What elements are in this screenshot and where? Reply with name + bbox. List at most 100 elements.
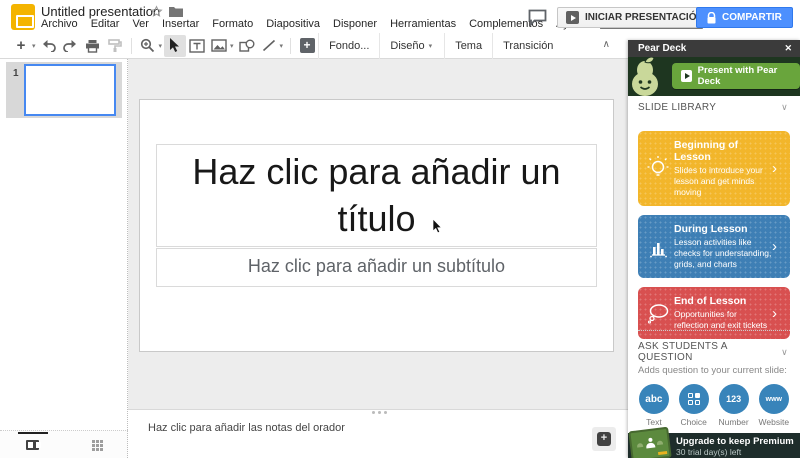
- upgrade-title: Upgrade to keep Premium: [676, 436, 794, 447]
- print-button[interactable]: [82, 35, 104, 57]
- upgrade-banner[interactable]: Upgrade to keep Premium 30 trial day(s) …: [628, 433, 800, 458]
- slides-logo-icon[interactable]: [11, 4, 35, 30]
- website-question-icon[interactable]: www: [759, 384, 789, 414]
- layout-caret: ▾: [429, 42, 433, 50]
- ask-question-title: ASK STUDENTS A QUESTION: [638, 341, 781, 363]
- insert-line-button[interactable]: [258, 35, 280, 57]
- beginning-of-lesson-card[interactable]: Beginning of Lesson Slides to introduce …: [638, 131, 790, 206]
- document-title[interactable]: Untitled presentation: [41, 4, 160, 19]
- active-view-indicator: [18, 432, 48, 434]
- grid-view-icon[interactable]: [92, 440, 95, 443]
- option-label: Website: [759, 417, 790, 427]
- slide-library-label: SLIDE LIBRARY: [638, 102, 716, 113]
- card-description: Slides to introduce your lesson and get …: [674, 165, 772, 198]
- close-sidebar-icon[interactable]: ✕: [784, 40, 792, 57]
- card-description: Lesson activities like checks for unders…: [674, 237, 772, 270]
- top-bar: Untitled presentation Archivo Editar Ver…: [0, 0, 800, 33]
- insert-image-button[interactable]: [208, 35, 230, 57]
- filmstrip-view-icon[interactable]: [26, 440, 39, 450]
- chevron-down-icon: ∨: [781, 347, 788, 358]
- option-label: Text: [646, 417, 662, 427]
- speaker-notes-panel[interactable]: Haz clic para añadir las notas del orado…: [128, 409, 628, 458]
- play-icon: [681, 70, 692, 82]
- start-presentation-label: INICIAR PRESENTACIÓN: [585, 12, 704, 23]
- menu-archivo[interactable]: Archivo: [41, 18, 78, 30]
- option-label: Number: [718, 417, 748, 427]
- text-question-option[interactable]: abc Text: [639, 384, 669, 427]
- person-icon: [657, 440, 663, 445]
- person-icon: [645, 437, 655, 447]
- slide-filmstrip-panel: 1: [0, 59, 128, 430]
- website-question-option[interactable]: www Website: [759, 384, 790, 427]
- subtitle-placeholder[interactable]: Haz clic para añadir un subtítulo: [156, 248, 597, 287]
- menu-diapositiva[interactable]: Diapositiva: [266, 18, 320, 30]
- star-icon[interactable]: [150, 5, 163, 18]
- card-title: Beginning of Lesson: [674, 139, 772, 163]
- menu-formato[interactable]: Formato: [212, 18, 253, 30]
- title-placeholder[interactable]: Haz clic para añadir un título: [156, 144, 597, 247]
- choice-question-icon[interactable]: [679, 384, 709, 414]
- zoom-button[interactable]: [137, 35, 159, 57]
- collapse-toolbar-icon[interactable]: ∧: [603, 39, 610, 50]
- slide-editor[interactable]: Haz clic para añadir un título Haz clic …: [139, 99, 614, 352]
- undo-button[interactable]: [38, 35, 60, 57]
- text-box-button[interactable]: [186, 35, 208, 57]
- section-divider: [638, 330, 790, 331]
- insert-image-caret[interactable]: ▾: [230, 42, 234, 50]
- during-lesson-card[interactable]: During Lesson Lesson activities like che…: [638, 215, 790, 278]
- slide-1-thumbnail[interactable]: [24, 64, 116, 116]
- pear-deck-banner: Present with Pear Deck: [628, 57, 800, 96]
- theme-button[interactable]: Tema: [444, 33, 492, 59]
- background-button[interactable]: Fondo...: [318, 33, 379, 59]
- google-slides-window: Untitled presentation Archivo Editar Ver…: [0, 0, 800, 458]
- pear-mascot-icon: [628, 57, 670, 96]
- chevron-right-icon: ›: [772, 161, 784, 176]
- option-label: Choice: [680, 417, 706, 427]
- ask-question-section: ASK STUDENTS A QUESTION ∨ Adds question …: [628, 341, 800, 376]
- play-icon: [566, 11, 579, 24]
- move-folder-icon[interactable]: [169, 6, 183, 17]
- comment-plus-icon: +: [300, 38, 315, 53]
- layout-button[interactable]: Diseño▾: [379, 33, 444, 59]
- ask-question-header[interactable]: ASK STUDENTS A QUESTION ∨: [628, 341, 800, 363]
- transition-button[interactable]: Transición: [492, 33, 563, 59]
- speaker-notes-placeholder[interactable]: Haz clic para añadir las notas del orado…: [148, 422, 345, 434]
- insert-line-caret[interactable]: ▾: [280, 42, 284, 50]
- slide-number: 1: [13, 68, 19, 79]
- text-question-icon[interactable]: abc: [639, 384, 669, 414]
- chevron-right-icon: ›: [772, 239, 784, 254]
- comments-icon[interactable]: [528, 9, 547, 26]
- present-with-pear-deck-button[interactable]: Present with Pear Deck: [672, 63, 800, 89]
- paint-format-button[interactable]: [104, 35, 126, 57]
- view-switcher-bar: [0, 430, 128, 458]
- ask-question-subtitle: Adds question to your current slide:: [628, 363, 800, 376]
- classroom-gold-accent: [658, 451, 667, 455]
- new-slide-caret[interactable]: ▾: [32, 42, 36, 50]
- toolbar: + ▾ ▾ ▾ ▾: [0, 33, 628, 59]
- menu-ver[interactable]: Ver: [132, 18, 149, 30]
- choice-question-option[interactable]: Choice: [679, 384, 709, 427]
- explore-button[interactable]: +: [592, 427, 616, 451]
- notes-drag-handle[interactable]: [378, 411, 381, 414]
- share-button[interactable]: COMPARTIR: [696, 7, 793, 28]
- slide-thumbnail-row[interactable]: 1: [6, 62, 122, 118]
- insert-shape-button[interactable]: [236, 35, 258, 57]
- card-description: Opportunities for reflection and exit ti…: [674, 309, 772, 331]
- insert-comment-button[interactable]: +: [296, 35, 318, 57]
- number-question-icon[interactable]: 123: [719, 384, 749, 414]
- redo-button[interactable]: [60, 35, 82, 57]
- menu-disponer[interactable]: Disponer: [333, 18, 377, 30]
- number-question-option[interactable]: 123 Number: [718, 384, 748, 427]
- card-title: End of Lesson: [674, 295, 772, 307]
- menu-editar[interactable]: Editar: [91, 18, 120, 30]
- select-tool-button[interactable]: [164, 35, 186, 57]
- menu-herramientas[interactable]: Herramientas: [390, 18, 456, 30]
- menu-insertar[interactable]: Insertar: [162, 18, 199, 30]
- pear-deck-title: Pear Deck: [638, 43, 686, 54]
- slide-library-header[interactable]: SLIDE LIBRARY ∨: [628, 102, 800, 113]
- card-title: During Lesson: [674, 223, 772, 235]
- pear-deck-header: Pear Deck ✕: [628, 40, 800, 57]
- zoom-caret[interactable]: ▾: [159, 42, 163, 50]
- end-of-lesson-card[interactable]: End of Lesson Opportunities for reflecti…: [638, 287, 790, 339]
- new-slide-button[interactable]: +: [10, 35, 32, 57]
